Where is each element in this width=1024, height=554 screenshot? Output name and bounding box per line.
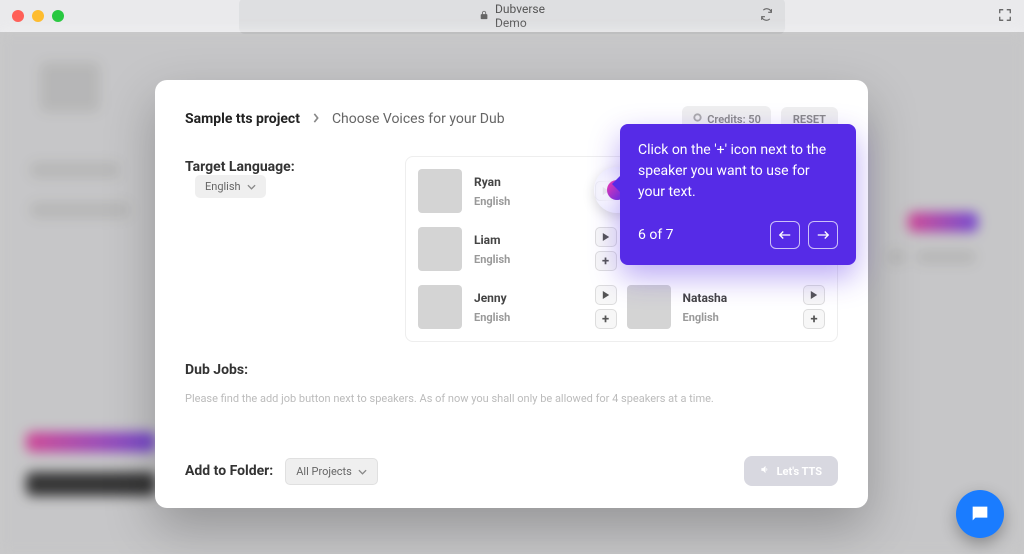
chat-icon — [969, 503, 991, 525]
voice-name: Ryan — [474, 175, 583, 189]
window-controls — [12, 10, 64, 22]
voice-avatar — [418, 285, 462, 329]
browser-chrome: Dubverse Demo — [0, 0, 1024, 32]
tour-step-indicator: 6 of 7 — [638, 227, 674, 243]
maximize-window-button[interactable] — [52, 10, 64, 22]
voice-lang: English — [474, 311, 583, 324]
lock-icon — [479, 10, 489, 23]
breadcrumb: Sample tts project Choose Voices for you… — [185, 111, 672, 127]
target-language-label: Target Language: — [185, 159, 295, 175]
add-speaker-button[interactable]: + — [595, 309, 617, 329]
close-window-button[interactable] — [12, 10, 24, 22]
tour-next-button[interactable] — [808, 221, 838, 249]
voice-card: Liam English + — [418, 227, 617, 271]
voice-name: Natasha — [683, 291, 792, 305]
tour-tooltip: Click on the '+' icon next to the speake… — [620, 124, 856, 265]
target-language-select[interactable]: English — [195, 175, 266, 198]
tour-text: Click on the '+' icon next to the speake… — [638, 140, 838, 203]
play-button[interactable] — [595, 285, 617, 305]
refresh-icon[interactable] — [760, 8, 773, 24]
voice-card: Natasha English + — [627, 285, 826, 329]
chevron-down-icon — [247, 180, 256, 193]
voice-lang: English — [474, 195, 583, 208]
folder-label: Add to Folder: — [185, 463, 273, 479]
voice-lang: English — [683, 311, 792, 324]
voice-name: Jenny — [474, 291, 583, 305]
voice-name: Liam — [474, 233, 583, 247]
voice-avatar — [418, 169, 462, 213]
lets-tts-button[interactable]: Let's TTS — [744, 456, 838, 486]
voice-lang: English — [474, 253, 583, 266]
lets-tts-label: Let's TTS — [777, 465, 822, 478]
dub-jobs-section: Dub Jobs: Please find the add job button… — [185, 362, 838, 405]
dub-jobs-title: Dub Jobs: — [185, 362, 838, 378]
volume-icon — [760, 464, 771, 478]
target-language-value: English — [205, 180, 241, 193]
voice-card: Jenny English + — [418, 285, 617, 329]
voice-avatar — [418, 227, 462, 271]
chevron-right-icon — [312, 112, 320, 127]
dub-jobs-hint: Please find the add job button next to s… — [185, 392, 838, 405]
address-bar[interactable]: Dubverse Demo — [239, 0, 785, 34]
chevron-down-icon — [358, 465, 367, 478]
expand-icon[interactable] — [998, 7, 1012, 26]
minimize-window-button[interactable] — [32, 10, 44, 22]
modal-footer: Add to Folder: All Projects Let's TTS — [185, 456, 838, 486]
folder-value: All Projects — [296, 465, 352, 478]
add-speaker-button[interactable]: + — [803, 309, 825, 329]
breadcrumb-current: Sample tts project — [185, 111, 300, 127]
voice-avatar — [627, 285, 671, 329]
breadcrumb-step: Choose Voices for your Dub — [332, 111, 505, 127]
play-button[interactable] — [803, 285, 825, 305]
tour-prev-button[interactable] — [770, 221, 800, 249]
voice-card: Ryan English — [418, 169, 617, 213]
chat-fab[interactable] — [956, 490, 1004, 538]
play-button[interactable] — [595, 227, 617, 247]
page-title: Dubverse Demo — [495, 2, 545, 30]
folder-select[interactable]: All Projects — [285, 458, 378, 485]
add-speaker-button[interactable]: + — [595, 251, 617, 271]
